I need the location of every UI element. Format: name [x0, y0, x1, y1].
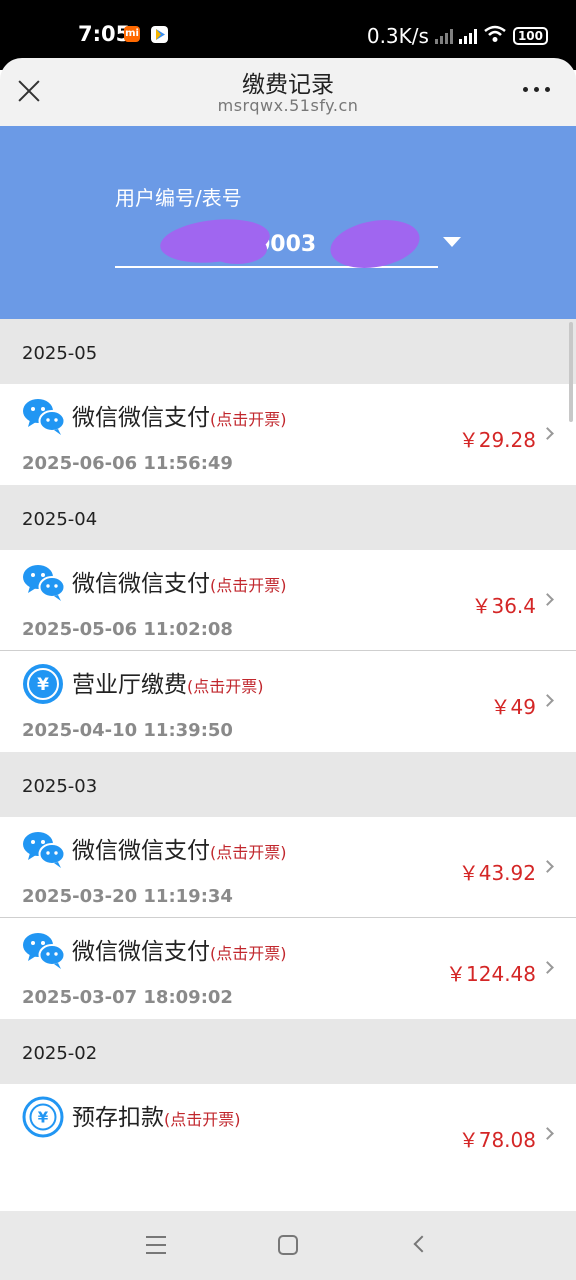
invoice-link[interactable]: (点击开票) [187, 677, 264, 696]
invoice-link[interactable]: (点击开票) [210, 576, 287, 595]
payment-method: 营业厅缴费 [72, 672, 187, 698]
record-amount: ￥43.92 [458, 861, 536, 885]
record-amount: ￥49 [490, 695, 536, 719]
payment-method: 微信微信支付 [72, 405, 210, 431]
more-options-icon[interactable] [523, 87, 550, 92]
month-header: 2025-03 [0, 752, 576, 817]
record-title: 微信微信支付(点击开票) [72, 398, 287, 432]
yuan-coin-icon: ¥ [22, 663, 66, 704]
payment-method: 微信微信支付 [72, 939, 210, 965]
invoice-link[interactable]: (点击开票) [164, 1110, 241, 1129]
payment-record-row[interactable]: 微信微信支付(点击开票) 2025-05-06 11:02:08 ￥36.4 [0, 550, 576, 651]
record-amount: ￥36.4 [471, 594, 536, 618]
wechat-icon [22, 829, 66, 869]
payment-method: 微信微信支付 [72, 571, 210, 597]
account-banner: 用户编号/表号 0003 [0, 126, 576, 319]
invoice-link[interactable]: (点击开票) [210, 944, 287, 963]
record-time: 2025-03-20 11:19:34 [22, 886, 233, 907]
payment-records-list: 2025-05 微信微信支付(点击开票) 2025-06-06 11:56:49 ￥2… [0, 319, 576, 1185]
record-amount: ￥124.48 [446, 962, 536, 986]
record-title: 微信微信支付(点击开票) [72, 932, 287, 966]
system-nav-bar [0, 1211, 576, 1280]
payment-record-row[interactable]: 微信微信支付(点击开票) 2025-03-07 18:09:02 ￥124.48 [0, 918, 576, 1019]
svg-text:¥: ¥ [38, 1109, 49, 1127]
wechat-icon [22, 396, 66, 436]
record-time: 2025-03-07 18:09:02 [22, 987, 233, 1008]
scrollbar[interactable] [569, 322, 573, 422]
record-title: 微信微信支付(点击开票) [72, 831, 287, 865]
network-speed: 0.3K/s [366, 24, 429, 48]
payment-method: 预存扣款 [72, 1105, 164, 1131]
record-time: 2025-05-06 11:02:08 [22, 619, 233, 640]
payment-method: 微信微信支付 [72, 838, 210, 864]
month-header: 2025-02 [0, 1019, 576, 1084]
chevron-right-icon [541, 427, 554, 440]
wechat-icon [22, 930, 66, 970]
status-indicators: 0.3K/s 100 [367, 24, 548, 48]
record-amount: ￥29.28 [458, 428, 536, 452]
month-header: 2025-05 [0, 319, 576, 384]
signal-hd-icon [458, 28, 477, 44]
status-time: 7:05 [78, 22, 131, 46]
account-selector[interactable]: 0003 [115, 213, 438, 275]
account-label: 用户编号/表号 [115, 186, 242, 210]
record-title: 预存扣款(点击开票) [72, 1098, 241, 1132]
wifi-icon [483, 24, 507, 48]
redaction-scribble [207, 234, 267, 264]
invoice-link[interactable]: (点击开票) [210, 843, 287, 862]
record-title: 微信微信支付(点击开票) [72, 564, 287, 598]
page-title: 缴费记录 [242, 72, 334, 98]
battery-icon: 100 [512, 27, 548, 45]
mi-app-icon: mi [124, 26, 140, 42]
month-header: 2025-04 [0, 485, 576, 550]
chevron-right-icon [541, 694, 554, 707]
chevron-right-icon [541, 1127, 554, 1140]
invoice-link[interactable]: (点击开票) [210, 410, 287, 429]
wechat-icon [22, 562, 66, 602]
back-icon[interactable] [413, 1235, 431, 1253]
record-time: 2025-04-10 11:39:50 [22, 720, 233, 741]
chevron-right-icon [541, 593, 554, 606]
chevron-right-icon [541, 961, 554, 974]
record-title: 营业厅缴费(点击开票) [72, 665, 264, 699]
home-icon[interactable] [278, 1235, 298, 1255]
payment-record-row[interactable]: 微信微信支付(点击开票) 2025-06-06 11:56:49 ￥29.28 [0, 384, 576, 485]
play-store-icon [151, 26, 168, 43]
payment-record-row[interactable]: 微信微信支付(点击开票) 2025-03-20 11:19:34 ￥43.92 [0, 817, 576, 918]
dropdown-arrow-icon[interactable] [443, 237, 461, 247]
chevron-right-icon [541, 860, 554, 873]
yuan-ring-icon: ¥ [22, 1096, 66, 1138]
page-url: msrqwx.51sfy.cn [217, 96, 359, 115]
record-amount: ￥78.08 [458, 1128, 536, 1152]
signal-icon [434, 28, 453, 44]
redaction-scribble [326, 213, 424, 275]
svg-text:¥: ¥ [37, 675, 49, 695]
payment-record-row[interactable]: ¥ 预存扣款(点击开票) ￥78.08 [0, 1084, 576, 1185]
recent-apps-icon[interactable] [146, 1236, 166, 1254]
record-time: 2025-06-06 11:56:49 [22, 453, 233, 474]
payment-record-row[interactable]: ¥ 营业厅缴费(点击开票) 2025-04-10 11:39:50 ￥49 [0, 651, 576, 752]
page-header: 缴费记录 msrqwx.51sfy.cn [0, 58, 576, 126]
